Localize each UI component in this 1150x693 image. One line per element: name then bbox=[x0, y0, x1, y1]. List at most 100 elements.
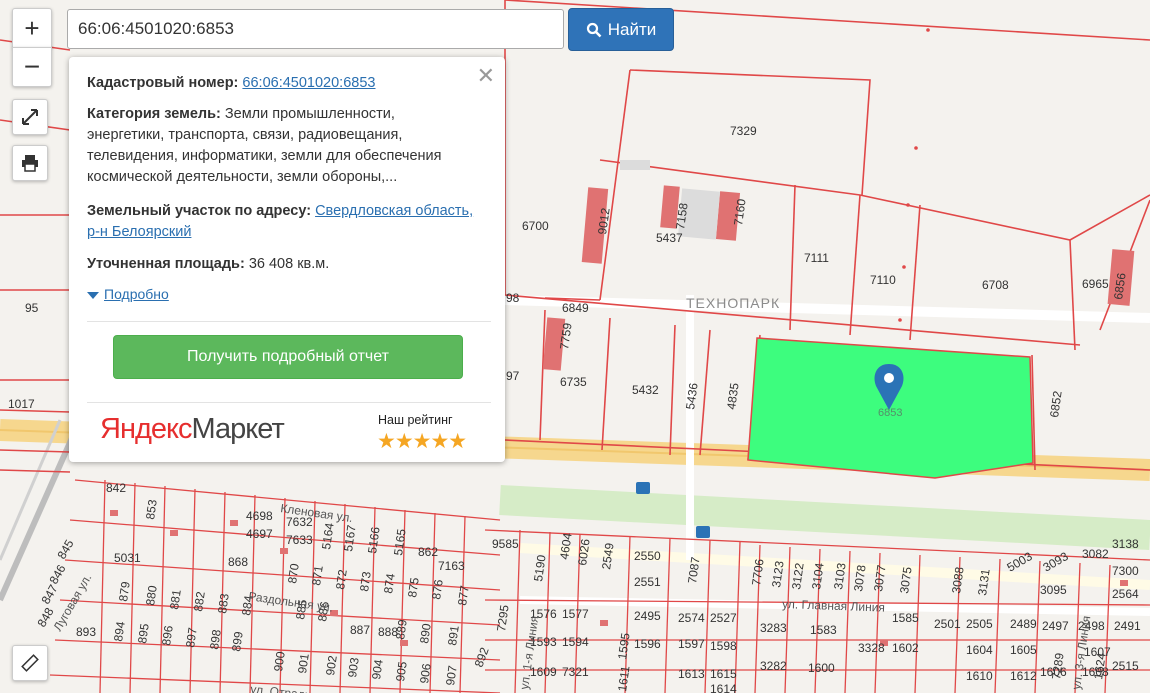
zoom-out-button[interactable]: − bbox=[12, 47, 52, 87]
parcel-label: 2501 bbox=[934, 617, 961, 631]
search-icon bbox=[586, 22, 602, 37]
parcel-label: 2515 bbox=[1112, 659, 1139, 673]
fullscreen-button[interactable] bbox=[12, 99, 48, 135]
find-label: Найти bbox=[607, 19, 657, 39]
address-link[interactable]: р-н Белоярский bbox=[87, 224, 191, 240]
category-label: Категория земель: bbox=[87, 106, 221, 122]
parcel-label: 905 bbox=[393, 660, 410, 682]
parcel-label: 872 bbox=[333, 568, 350, 590]
parcel-label: 906 bbox=[417, 662, 434, 684]
parcel-label: 883 bbox=[215, 592, 232, 614]
parcel-label: 896 bbox=[159, 624, 176, 646]
parcel-label: 873 bbox=[357, 570, 374, 592]
find-button[interactable]: Найти bbox=[568, 8, 674, 51]
parcel-label: 882 bbox=[191, 590, 208, 612]
report-button-label: Получить подробный отчет bbox=[187, 348, 389, 365]
parcel-label: 3328 bbox=[858, 641, 885, 655]
parcel-label: 98 bbox=[506, 291, 520, 305]
parcel-label: 6700 bbox=[522, 219, 549, 233]
cadastral-label: Кадастровый номер: bbox=[87, 75, 239, 91]
parcel-label: 1605 bbox=[1010, 643, 1037, 657]
zoom-in-label: + bbox=[24, 12, 40, 43]
parcel-label: 897 bbox=[183, 626, 200, 648]
rating-label: Наш рейтинг bbox=[378, 413, 453, 427]
parcel-label: 2489 bbox=[1010, 617, 1037, 631]
parcel-label: 3283 bbox=[760, 621, 787, 635]
parcel-label: 3082 bbox=[1082, 547, 1109, 561]
parcel-label: 5437 bbox=[656, 231, 683, 245]
parcel-label: 1613 bbox=[678, 667, 705, 681]
yandex-market-logo[interactable]: ЯндексМаркет bbox=[100, 413, 285, 446]
area-value: 36 408 кв.м. bbox=[248, 256, 330, 272]
parcel-label: 871 bbox=[309, 564, 326, 586]
parcel-label: 4698 bbox=[246, 509, 273, 523]
get-report-button[interactable]: Получить подробный отчет bbox=[113, 335, 463, 379]
address-label: Земельный участок по адресу: bbox=[87, 203, 312, 219]
details-toggle[interactable]: Подробно bbox=[87, 286, 169, 302]
parcel-label: 2527 bbox=[710, 611, 737, 625]
address-link[interactable]: Свердловская область, bbox=[315, 203, 473, 219]
parcel-label: 1598 bbox=[710, 639, 737, 653]
zoom-in-button[interactable]: + bbox=[12, 8, 52, 48]
parcel-label: 6965 bbox=[1082, 277, 1109, 291]
details-label: Подробно bbox=[104, 286, 169, 302]
parcel-label: 890 bbox=[417, 622, 434, 644]
parcel-label: 901 bbox=[295, 652, 312, 674]
parcel-label: 868 bbox=[228, 555, 248, 569]
category-value: космической деятельности, земли обороны,… bbox=[87, 169, 398, 185]
parcel-label: 2574 bbox=[678, 611, 705, 625]
parcel-label: 5432 bbox=[632, 383, 659, 397]
parcel-label: 876 bbox=[429, 578, 446, 600]
parcel-label: 6708 bbox=[982, 278, 1009, 292]
cadastral-link[interactable]: 66:06:4501020:6853 bbox=[242, 75, 375, 91]
caret-down-icon bbox=[87, 291, 99, 299]
parcel-label: 903 bbox=[345, 656, 362, 678]
parcel-label: 97 bbox=[506, 369, 520, 383]
parcel-label: 907 bbox=[443, 664, 460, 686]
parcel-label: 881 bbox=[167, 588, 184, 610]
parcel-label: 877 bbox=[455, 584, 472, 606]
address-row: Земельный участок по адресу: Свердловска… bbox=[87, 201, 492, 243]
parcel-label: 7300 bbox=[1112, 564, 1139, 578]
parcel-label: 893 bbox=[76, 625, 96, 639]
parcel-label: 7111 bbox=[804, 251, 829, 265]
parcel-label: 1606 bbox=[1040, 665, 1067, 679]
parcel-label: 1600 bbox=[808, 661, 835, 675]
cadastral-search-input[interactable] bbox=[67, 9, 564, 49]
parcel-label: 1614 bbox=[710, 682, 737, 693]
parcel-label: 1583 bbox=[810, 623, 837, 637]
parcel-label: 2491 bbox=[1114, 619, 1141, 633]
parcel-info-popup: ✕ Кадастровый номер: 66:06:4501020:6853 … bbox=[69, 57, 505, 462]
parcel-label: 7321 bbox=[562, 665, 589, 679]
parcel-label: 5031 bbox=[114, 551, 141, 565]
bus-stop-icon bbox=[696, 526, 710, 538]
category-row: Категория земель: Земли промышленности, … bbox=[87, 104, 492, 188]
print-button[interactable] bbox=[12, 145, 48, 181]
parcel-label: 7329 bbox=[730, 124, 757, 138]
parcel-label: 904 bbox=[369, 658, 386, 680]
area-row: Уточненная площадь: 36 408 кв.м. bbox=[87, 254, 492, 275]
parcel-label: 900 bbox=[271, 650, 288, 672]
parcel-label: 6849 bbox=[562, 301, 589, 315]
parcel-label: 1585 bbox=[892, 611, 919, 625]
yandex-logo-text: Яндекс bbox=[100, 413, 193, 445]
parcel-label: 879 bbox=[116, 580, 133, 602]
ruler-button[interactable] bbox=[12, 645, 48, 681]
parcel-label: 1577 bbox=[562, 607, 589, 621]
parcel-label: 1610 bbox=[966, 669, 993, 683]
parcel-label: 870 bbox=[285, 562, 302, 584]
parcel-label: 902 bbox=[323, 654, 340, 676]
bus-stop-icon bbox=[636, 482, 650, 494]
parcel-label: 4697 bbox=[246, 527, 273, 541]
parcel-label: 1602 bbox=[892, 641, 919, 655]
parcel-label: 1017 bbox=[8, 397, 35, 411]
parcel-label: 875 bbox=[405, 576, 422, 598]
divider bbox=[87, 402, 491, 403]
parcel-label: 7163 bbox=[438, 559, 465, 573]
parcel-label: 887 bbox=[350, 623, 370, 637]
parcel-label: 3095 bbox=[1040, 583, 1067, 597]
parcel-label: 7110 bbox=[870, 273, 896, 287]
cadastral-row: Кадастровый номер: 66:06:4501020:6853 bbox=[87, 73, 492, 94]
parcel-label: 2551 bbox=[634, 575, 661, 589]
parcel-label: 1597 bbox=[678, 637, 705, 651]
